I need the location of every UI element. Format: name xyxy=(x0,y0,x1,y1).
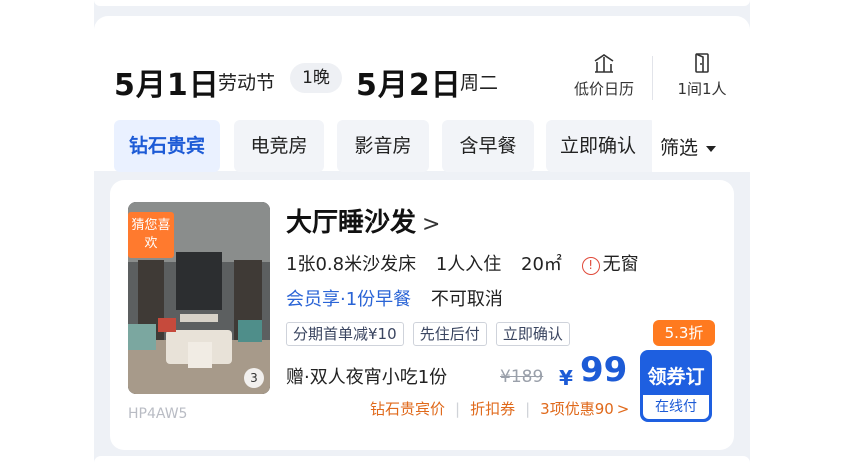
room-specs: 1张0.8米沙发床 1人入住 20㎡ ! 无窗 xyxy=(286,250,639,276)
book-label: 领券订 xyxy=(647,366,705,388)
photo-code: HP4AW5 xyxy=(128,406,188,422)
chevron-right-icon: > xyxy=(422,212,441,237)
bed-info: 1张0.8米沙发床 xyxy=(286,254,417,275)
chevron-right-icon: > xyxy=(616,400,630,418)
room-tags: 分期首单减¥10 先住后付 立即确认 xyxy=(286,322,574,346)
cancel-policy: 不可取消 xyxy=(430,289,503,310)
price-calendar-button[interactable]: 低价日历 xyxy=(564,52,644,99)
filter-button[interactable]: 筛选 xyxy=(652,120,750,172)
room-card[interactable]: 猜您喜欢 3 HP4AW5 大厅睡沙发 > 1张0.8米沙发床 1人入住 20㎡ … xyxy=(110,180,734,450)
pay-online-label: 在线付 xyxy=(643,395,709,419)
checkin-date[interactable]: 5月1日 xyxy=(114,60,220,104)
room-guest-button[interactable]: 1间1人 xyxy=(662,52,742,99)
promo-row[interactable]: 钻石贵宾价 | 折扣券 | 3项优惠90 > xyxy=(370,398,629,419)
warning-icon: ! xyxy=(581,257,600,275)
window-info: 无窗 xyxy=(602,254,639,275)
tag-installment: 分期首单减¥10 xyxy=(286,322,404,346)
divider: | xyxy=(455,400,461,418)
price-currency: ¥ xyxy=(559,366,573,390)
room-guest-label: 1间1人 xyxy=(677,80,727,98)
hotel-room-list: 5月1日 劳动节 1晚 5月2日 周二 低价日历 1间1人 钻石贵宾 电竞房 影… xyxy=(94,0,750,463)
previous-card-edge xyxy=(94,0,750,14)
member-benefit: 会员享·1份早餐 xyxy=(286,289,412,310)
next-card-edge xyxy=(94,456,750,463)
price-calendar-label: 低价日历 xyxy=(573,80,634,98)
filter-label: 筛选 xyxy=(660,137,699,159)
tag-pay-later: 先住后付 xyxy=(412,322,487,346)
chip-instant-confirm[interactable]: 立即确认 xyxy=(546,120,656,172)
area-info: 20㎡ xyxy=(521,254,562,275)
checkin-holiday: 劳动节 xyxy=(218,72,276,94)
recommend-badge: 猜您喜欢 xyxy=(128,212,174,258)
chip-diamond-vip[interactable]: 钻石贵宾 xyxy=(114,120,220,172)
promo-coupon: 折扣券 xyxy=(470,400,516,418)
divider: | xyxy=(525,400,531,418)
chip-esports-room[interactable]: 电竞房 xyxy=(234,120,324,172)
chip-breakfast[interactable]: 含早餐 xyxy=(442,120,534,172)
promo-total: 3项优惠90 xyxy=(540,400,614,418)
tag-instant-confirm: 立即确认 xyxy=(495,322,570,346)
book-button[interactable]: 领券订 在线付 xyxy=(640,350,712,422)
caret-down-icon xyxy=(706,145,717,152)
door-icon xyxy=(695,53,709,73)
checkout-date[interactable]: 5月2日 xyxy=(356,60,462,104)
checkout-weekday: 周二 xyxy=(460,72,499,94)
room-photo[interactable]: 猜您喜欢 3 xyxy=(128,202,270,394)
promo-diamond-price: 钻石贵宾价 xyxy=(370,400,446,418)
current-price: 99 xyxy=(580,350,628,390)
occupancy-info: 1人入住 xyxy=(435,254,502,275)
room-title-text: 大厅睡沙发 xyxy=(286,208,417,238)
discount-badge: 5.3折 xyxy=(653,320,715,346)
room-title[interactable]: 大厅睡沙发 > xyxy=(286,202,440,239)
search-header: 5月1日 劳动节 1晚 5月2日 周二 低价日历 1间1人 钻石贵宾 电竞房 影… xyxy=(94,16,750,172)
nights-badge: 1晚 xyxy=(290,63,342,93)
divider xyxy=(652,56,653,100)
calendar-chart-icon xyxy=(594,54,614,73)
chip-theater-room[interactable]: 影音房 xyxy=(337,120,429,172)
original-price: ¥189 xyxy=(500,367,544,387)
room-policies: 会员享·1份早餐 不可取消 xyxy=(286,285,503,311)
photo-count: 3 xyxy=(244,368,264,388)
gift-info: 赠·双人夜宵小吃1份 xyxy=(286,367,448,388)
